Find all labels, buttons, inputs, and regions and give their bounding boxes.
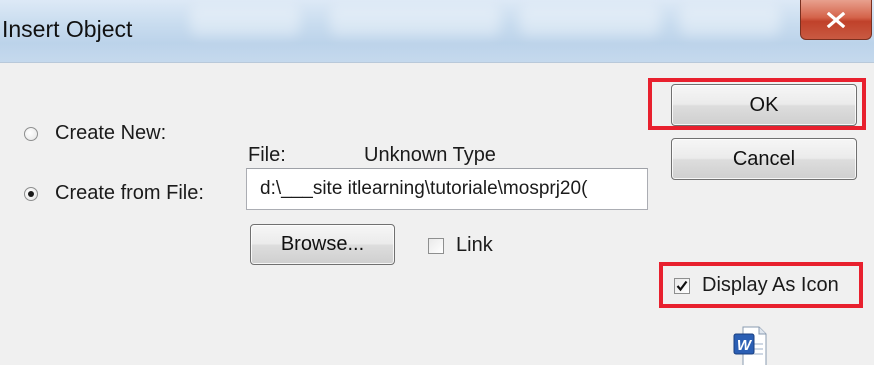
link-label: Link — [456, 234, 493, 256]
create-new-radio[interactable] — [24, 126, 38, 141]
display-as-icon-highlight-box — [659, 262, 863, 308]
titlebar-blur-2 — [330, 6, 500, 36]
create-from-file-option[interactable]: Create from File: — [24, 182, 204, 205]
word-document-icon-graphic: W — [733, 326, 767, 365]
svg-text:W: W — [737, 337, 753, 354]
word-document-icon: W — [733, 326, 767, 365]
titlebar-blur-3 — [520, 6, 660, 36]
cancel-button[interactable]: Cancel — [671, 138, 857, 180]
file-type-text: Unknown Type — [364, 144, 496, 166]
ok-highlight-box — [648, 78, 866, 130]
create-new-label: Create New: — [55, 122, 167, 144]
titlebar-blur-4 — [680, 6, 780, 36]
create-from-file-label: Create from File: — [55, 182, 204, 204]
close-button[interactable] — [800, 0, 872, 40]
title-bar: Insert Object — [0, 0, 874, 62]
close-icon — [826, 11, 846, 28]
create-new-option[interactable]: Create New: — [24, 122, 166, 145]
link-checkbox[interactable] — [428, 237, 444, 254]
link-option[interactable]: Link — [428, 234, 493, 257]
window-title: Insert Object — [2, 16, 133, 42]
create-from-file-radio[interactable] — [24, 186, 38, 201]
client-area-border — [0, 62, 874, 63]
file-path-input[interactable]: d:\___site itlearning\tutoriale\mosprj20… — [246, 168, 648, 210]
file-label: File: — [248, 144, 286, 166]
titlebar-blur-1 — [190, 6, 300, 36]
browse-button[interactable]: Browse... — [250, 224, 395, 265]
